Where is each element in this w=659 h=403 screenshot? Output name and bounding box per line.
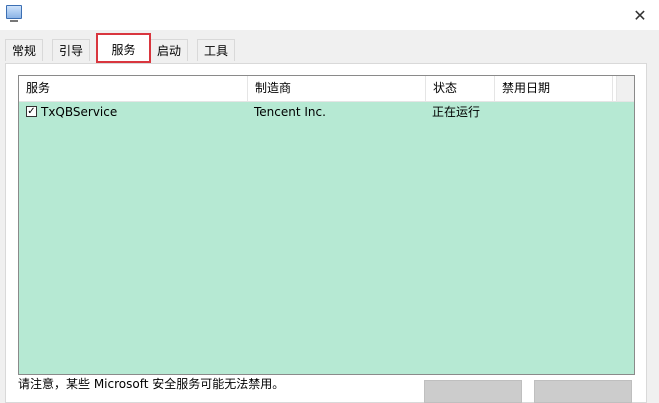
- column-header-manufacturer[interactable]: 制造商: [248, 76, 426, 101]
- column-header-disabled-date[interactable]: 禁用日期: [495, 76, 613, 101]
- tab-startup[interactable]: 启动: [150, 39, 189, 61]
- column-header-status[interactable]: 状态: [426, 76, 495, 101]
- scrollbar[interactable]: [616, 76, 634, 101]
- system-config-icon: [6, 5, 22, 22]
- service-manufacturer: Tencent Inc.: [254, 105, 326, 119]
- table-row[interactable]: ✓ TxQBService Tencent Inc. 正在运行: [19, 102, 616, 122]
- tab-boot[interactable]: 引导: [52, 39, 91, 61]
- close-button[interactable]: ✕: [621, 0, 659, 30]
- services-list[interactable]: 服务 制造商 状态 禁用日期 ✓ TxQBService Tencent Inc…: [18, 75, 635, 375]
- title-bar: ✕: [0, 0, 659, 30]
- list-header: 服务 制造商 状态 禁用日期: [19, 76, 634, 102]
- microsoft-services-note: 请注意，某些 Microsoft 安全服务可能无法禁用。: [18, 377, 285, 391]
- service-status: 正在运行: [432, 105, 481, 119]
- tab-general[interactable]: 常规: [5, 39, 44, 61]
- disable-all-button[interactable]: [534, 380, 632, 403]
- column-header-service[interactable]: 服务: [19, 76, 248, 101]
- tab-tools[interactable]: 工具: [197, 39, 236, 61]
- tab-services[interactable]: 服务: [96, 33, 151, 63]
- tab-strip: 常规 引导 服务 启动 工具: [0, 30, 659, 64]
- service-checkbox[interactable]: ✓: [26, 106, 37, 117]
- service-name: TxQBService: [41, 105, 118, 119]
- enable-all-button[interactable]: [424, 380, 522, 403]
